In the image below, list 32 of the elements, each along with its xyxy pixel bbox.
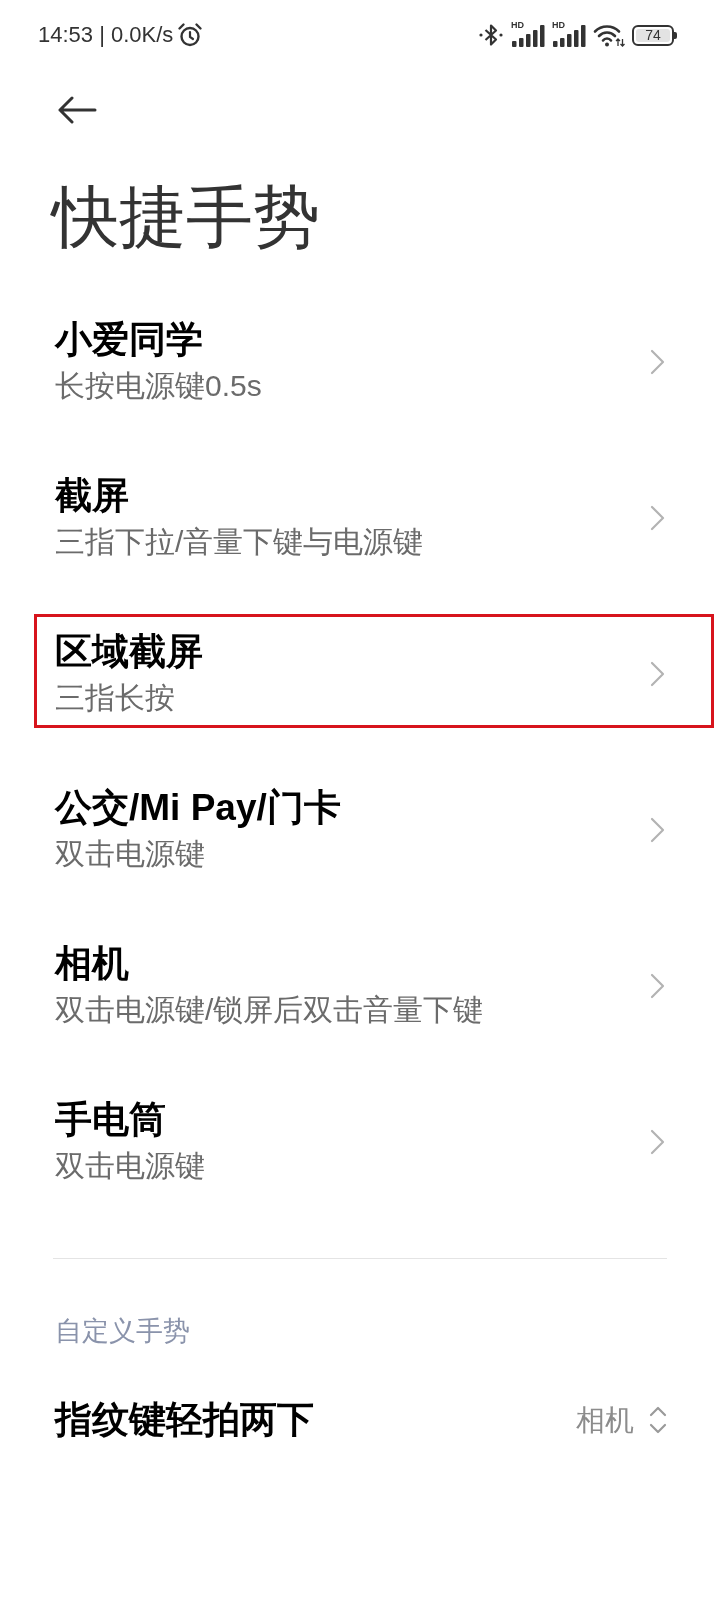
- back-icon[interactable]: [57, 96, 97, 124]
- bluetooth-icon: [478, 22, 504, 48]
- chevron-right-icon: [650, 1128, 665, 1155]
- chevron-right-icon: [650, 660, 665, 687]
- setting-description: 双击电源键/锁屏后双击音量下键: [55, 992, 484, 1028]
- setting-title[interactable]: 区域截屏: [55, 629, 203, 675]
- page-title: 快捷手势: [52, 178, 320, 256]
- status-time-speed: 14:53 | 0.0K/s: [38, 22, 174, 48]
- signal-icon: [511, 23, 545, 47]
- setting-title[interactable]: 公交/Mi Pay/门卡: [55, 785, 341, 831]
- setting-title[interactable]: 指纹键轻拍两下: [55, 1397, 314, 1443]
- network-type-label: HD: [511, 20, 524, 30]
- wifi-icon: [593, 23, 625, 47]
- network-type-label: HD: [552, 20, 565, 30]
- setting-title[interactable]: 手电筒: [55, 1097, 205, 1143]
- setting-description: 三指下拉/音量下键与电源键: [55, 524, 424, 560]
- setting-title[interactable]: 相机: [55, 941, 484, 987]
- chevron-right-icon: [650, 816, 665, 843]
- signal-icon: [552, 23, 586, 47]
- setting-description: 长按电源键0.5s: [55, 368, 262, 404]
- chevron-right-icon: [650, 972, 665, 999]
- setting-description: 双击电源键: [55, 836, 206, 872]
- alarm-icon: [177, 22, 204, 48]
- setting-title[interactable]: 截屏: [55, 473, 424, 519]
- setting-title[interactable]: 小爱同学: [55, 317, 262, 363]
- setting-description: 三指长按: [55, 680, 176, 716]
- battery-percent: 74: [636, 28, 670, 42]
- up-down-chevron-icon: [648, 1404, 668, 1436]
- section-header: 自定义手势: [55, 1315, 190, 1348]
- chevron-right-icon: [650, 348, 665, 375]
- chevron-right-icon: [650, 504, 665, 531]
- setting-description: 双击电源键: [55, 1148, 205, 1184]
